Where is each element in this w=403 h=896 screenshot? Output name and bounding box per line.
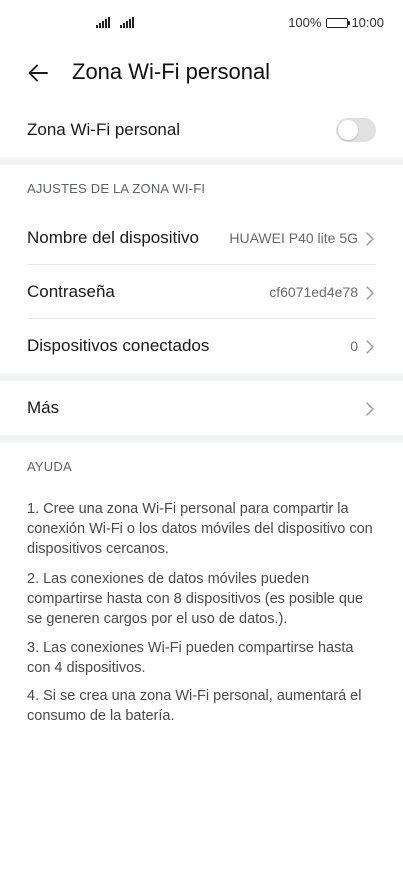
help-item: 2. Las conexiones de datos móviles puede… [27,571,364,627]
row-value: HUAWEI P40 lite 5G [229,230,358,246]
row-label: Contraseña [27,282,115,301]
chevron-right-icon [366,340,374,354]
row-value: cf6071ed4e78 [269,284,358,300]
row-label: Nombre del dispositivo [27,228,199,247]
chevron-right-icon [366,402,374,416]
row-label: Más [27,398,60,417]
clock: 10:00 [351,15,384,30]
help-item: 3. Las conexiones Wi-Fi pueden compartir… [27,640,354,676]
help-item: 4. Si se crea una zona Wi-Fi personal, a… [27,688,362,724]
section-header-help: AYUDA [27,459,72,474]
section-divider [0,157,403,165]
signal-icon [96,17,110,28]
status-right: 100% 10:00 [288,15,384,30]
section-divider [0,435,403,443]
help-item: 1. Cree una zona Wi-Fi personal para com… [27,501,373,557]
row-password[interactable]: Contraseña cf6071ed4e78 [0,265,403,319]
row-more[interactable]: Más [0,381,403,435]
row-label: Dispositivos conectados [27,336,210,355]
hotspot-switch[interactable] [336,118,376,142]
row-connected-devices[interactable]: Dispositivos conectados 0 [0,319,403,373]
page-title: Zona Wi-Fi personal [72,59,271,84]
hotspot-toggle-row: Zona Wi-Fi personal [0,104,403,156]
switch-knob [338,120,358,140]
chevron-right-icon [366,286,374,300]
signal-icon [120,17,134,28]
hotspot-toggle-label: Zona Wi-Fi personal [27,120,181,139]
row-value: 0 [350,338,358,354]
back-button[interactable] [20,55,56,91]
status-bar: 100% 10:00 [0,0,403,48]
section-header-settings: AJUSTES DE LA ZONA WI-FI [27,181,206,196]
chevron-right-icon [366,232,374,246]
battery-percent: 100% [288,15,322,30]
app-bar: Zona Wi-Fi personal [0,48,403,98]
arrow-left-icon [28,64,48,82]
row-device-name[interactable]: Nombre del dispositivo HUAWEI P40 lite 5… [0,211,403,265]
battery-icon [326,17,351,28]
section-divider [0,373,403,381]
